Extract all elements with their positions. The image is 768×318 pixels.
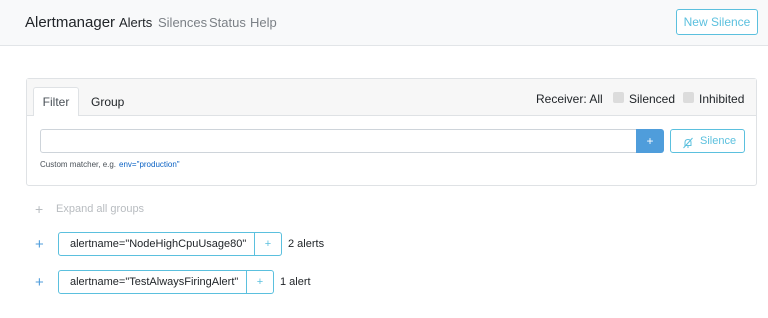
expand-group-button[interactable]: + [35, 274, 44, 291]
inhibited-label[interactable]: Inhibited [699, 92, 744, 106]
tab-group[interactable]: Group [91, 95, 124, 109]
silenced-label[interactable]: Silenced [629, 92, 675, 106]
tab-filter[interactable]: Filter [33, 87, 79, 116]
add-matcher-button[interactable]: + [636, 129, 664, 153]
matcher-hint-text: Custom matcher, e.g. [40, 160, 117, 169]
new-silence-button[interactable]: New Silence [676, 9, 758, 35]
matcher-hint-example: env="production" [119, 160, 180, 169]
plus-icon: + [35, 201, 44, 217]
group-add-filter-button[interactable]: + [255, 232, 282, 256]
silenced-checkbox[interactable] [613, 92, 624, 103]
group-add-filter-button[interactable]: + [247, 270, 274, 294]
nav-alerts[interactable]: Alerts [119, 15, 152, 30]
nav-silences[interactable]: Silences [158, 15, 207, 30]
nav-status[interactable]: Status [209, 15, 246, 30]
filter-card: Filter Group Receiver: All Silenced Inhi… [26, 78, 757, 186]
inhibited-checkbox[interactable] [683, 92, 694, 103]
matcher-hint: Custom matcher, e.g. env="production" [40, 160, 180, 169]
brand-link[interactable]: Alertmanager [25, 14, 115, 31]
navbar: Alertmanager Alerts Silences Status Help… [0, 0, 768, 46]
silence-button-label: Silence [700, 135, 737, 147]
group-alert-count: 1 alert [280, 276, 311, 288]
group-label-button[interactable]: alertname="NodeHighCpuUsage80" [58, 232, 255, 256]
bell-slash-icon [682, 135, 694, 157]
receiver-select[interactable]: Receiver: All [536, 92, 603, 106]
matcher-input[interactable] [40, 129, 637, 153]
nav-help[interactable]: Help [250, 15, 277, 30]
group-alert-count: 2 alerts [288, 238, 325, 250]
expand-all-label: Expand all groups [56, 203, 145, 215]
filter-card-header: Filter Group Receiver: All Silenced Inhi… [27, 79, 756, 116]
group-label-button[interactable]: alertname="TestAlwaysFiringAlert" [58, 270, 247, 294]
silence-button[interactable]: Silence [670, 129, 745, 153]
expand-group-button[interactable]: + [35, 236, 44, 253]
